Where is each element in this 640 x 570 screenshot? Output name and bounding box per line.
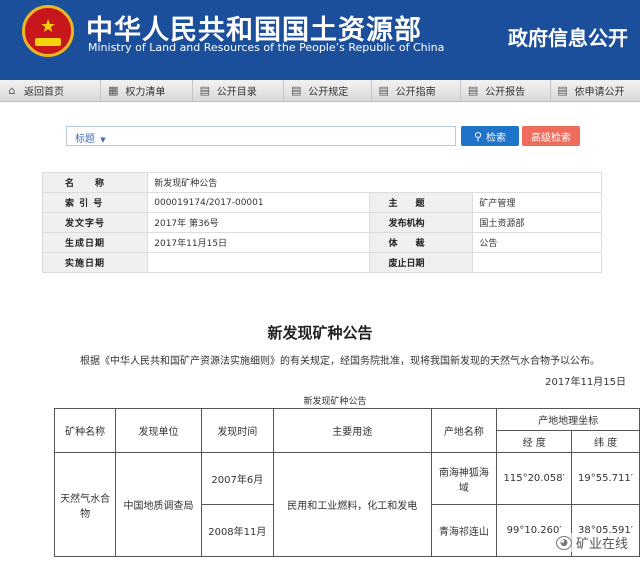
search-input[interactable]: 标题 ▼ <box>66 126 456 146</box>
meta-value: 公告 <box>472 232 602 253</box>
table-cell: 南海神狐海域 <box>430 452 498 505</box>
table-cell: 2007年6月 <box>200 452 274 505</box>
document-icon: ▤ <box>557 83 568 97</box>
table-cell: 115°20.058′ <box>496 452 573 505</box>
meta-label: 主 题 <box>369 192 474 213</box>
site-title-en: Ministry of Land and Resources of the Pe… <box>88 41 445 54</box>
document-icon: ▤ <box>378 83 389 97</box>
table-header: 经 度 <box>496 430 573 453</box>
meta-value <box>147 252 371 273</box>
table-row: 名 称 新发现矿种公告 <box>41 172 602 193</box>
table-cell: 2008年11月 <box>200 504 274 557</box>
chevron-down-icon: ▼ <box>100 136 106 144</box>
main-nav: ⌂ 返回首页 ▦ 权力清单 ▤ 公开目录 ▤ 公开规定 ▤ 公开指南 ▤ 公开报… <box>0 80 640 102</box>
meta-value: 新发现矿种公告 <box>147 172 602 193</box>
document-meta-table: 名 称 新发现矿种公告 索 引 号 000019174/2017-00001 主… <box>41 172 602 273</box>
table-header: 矿种名称 <box>53 408 117 453</box>
section-title: 政府信息公开 <box>508 26 628 50</box>
meta-value: 2017年11月15日 <box>147 232 371 253</box>
table-row: 实施日期 废止日期 <box>41 252 602 273</box>
document-title: 新发现矿种公告 <box>267 324 373 342</box>
table-header: 发现单位 <box>115 408 202 453</box>
nav-label: 公开报告 <box>485 87 526 98</box>
document-icon: ▤ <box>199 83 210 97</box>
document-icon: ▤ <box>291 83 302 97</box>
table-header: 产地名称 <box>430 408 498 453</box>
site-header: ★ 中华人民共和国国土资源部 Ministry of Land and Reso… <box>0 0 640 80</box>
table-header: 纬 度 <box>571 430 640 453</box>
table-row: 索 引 号 000019174/2017-00001 主 题 矿产管理 <box>41 192 602 213</box>
search-icon: ⚲ <box>473 129 483 143</box>
table-row: 矿种名称 发现单位 发现时间 主要用途 产地名称 产地地理坐标 <box>53 408 640 453</box>
watermark: ◕ 矿业在线 <box>555 533 628 552</box>
power-list-icon: ▦ <box>108 83 119 97</box>
meta-value: 矿产管理 <box>472 192 602 213</box>
meta-label: 索 引 号 <box>41 192 149 213</box>
table-cell: 中国地质调查局 <box>115 452 202 557</box>
nav-label: 公开指南 <box>395 87 436 98</box>
meta-value: 000019174/2017-00001 <box>147 192 371 213</box>
document-paragraph: 根据《中华人民共和国矿产资源法实施细则》的有关规定，经国务院批准，现将我国新发现… <box>80 356 600 367</box>
nav-label: 公开规定 <box>308 87 349 98</box>
meta-value <box>472 252 602 273</box>
report-icon: ▤ <box>467 83 479 97</box>
meta-label: 发布机构 <box>369 212 474 233</box>
nav-item-public-rules[interactable]: ▤ 公开规定 <box>284 80 372 101</box>
advanced-search-button[interactable]: 高级检索 <box>522 126 580 146</box>
mineral-table: 矿种名称 发现单位 发现时间 主要用途 产地名称 产地地理坐标 经 度 纬 度 … <box>53 408 640 557</box>
table-header: 产地地理坐标 <box>496 408 640 431</box>
home-icon: ⌂ <box>8 83 16 97</box>
table-cell: 民用和工业燃料，化工和发电 <box>272 452 432 557</box>
table-cell: 青海祁连山 <box>430 504 498 557</box>
table-cell: 天然气水合物 <box>53 452 117 557</box>
document-date: 2017年11月15日 <box>545 377 626 388</box>
meta-label: 生成日期 <box>41 232 149 253</box>
meta-label: 名 称 <box>41 172 149 193</box>
table-header: 主要用途 <box>272 408 432 453</box>
table-cell: 19°55.711′ <box>571 452 640 505</box>
nav-item-public-guide[interactable]: ▤ 公开指南 <box>372 80 462 101</box>
table-row: 发文字号 2017年 第36号 发布机构 国土资源部 <box>41 212 602 233</box>
search-field-select[interactable]: 标题 ▼ <box>75 130 106 145</box>
nav-label: 返回首页 <box>24 87 64 98</box>
nav-item-home[interactable]: ⌂ 返回首页 <box>0 80 102 101</box>
watermark-text: 矿业在线 <box>575 537 628 552</box>
nav-item-public-catalog[interactable]: ▤ 公开目录 <box>193 80 285 101</box>
nav-label: 依申请公开 <box>574 87 625 98</box>
table-row: 生成日期 2017年11月15日 体 裁 公告 <box>41 232 602 253</box>
meta-label: 体 裁 <box>369 232 474 253</box>
meta-value: 2017年 第36号 <box>147 212 371 233</box>
table-row: 天然气水合物 中国地质调查局 2007年6月 民用和工业燃料，化工和发电 南海神… <box>53 452 640 557</box>
meta-label: 实施日期 <box>41 252 149 273</box>
nav-label: 权力清单 <box>125 87 166 98</box>
meta-value: 国土资源部 <box>472 212 602 233</box>
search-button[interactable]: ⚲ 检索 <box>461 126 519 146</box>
star-icon: ★ <box>40 16 57 37</box>
table-caption: 新发现矿种公告 <box>303 397 367 407</box>
wechat-icon: ◕ <box>555 535 572 550</box>
national-emblem-logo: ★ <box>22 5 74 57</box>
nav-item-apply-disclosure[interactable]: ▤ 依申请公开 <box>551 80 640 101</box>
nav-label: 公开目录 <box>216 87 257 98</box>
nav-item-power-list[interactable]: ▦ 权力清单 <box>101 80 193 101</box>
meta-label: 发文字号 <box>41 212 149 233</box>
nav-item-public-report[interactable]: ▤ 公开报告 <box>461 80 551 101</box>
table-header: 发现时间 <box>200 408 274 453</box>
meta-label: 废止日期 <box>369 252 474 273</box>
